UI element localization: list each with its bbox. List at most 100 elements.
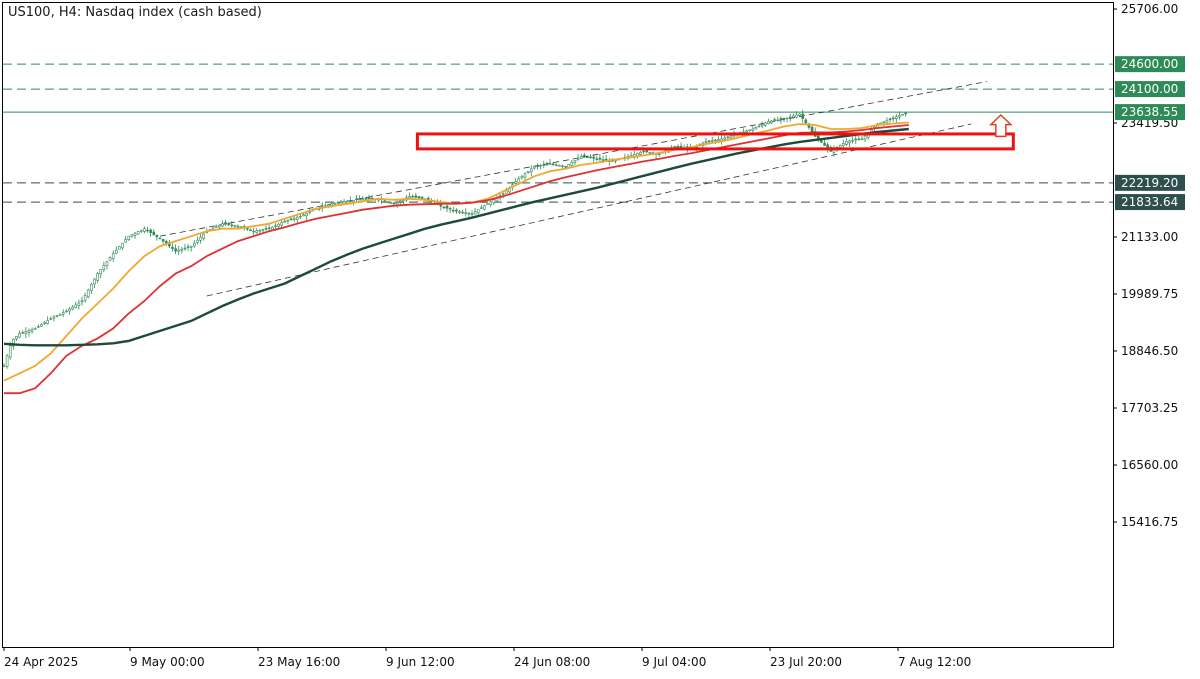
x-tick-label-4: 24 Jun 08:00 bbox=[514, 655, 590, 669]
chart-title: US100, H4: Nasdaq index (cash based) bbox=[8, 5, 262, 20]
candle-body bbox=[545, 163, 549, 166]
candle-body bbox=[489, 201, 493, 205]
candle-body bbox=[414, 195, 418, 198]
candle-body bbox=[704, 141, 708, 143]
candle-body bbox=[80, 300, 84, 303]
candle-body bbox=[99, 269, 103, 275]
candle-body bbox=[252, 230, 255, 233]
candle-body bbox=[770, 120, 773, 124]
candle-body bbox=[367, 197, 371, 200]
candle-body bbox=[61, 312, 65, 315]
candle-body bbox=[264, 228, 268, 230]
candle-body bbox=[448, 208, 452, 210]
x-tick-label-2: 23 May 16:00 bbox=[258, 655, 340, 669]
candle-body bbox=[841, 143, 845, 146]
y-tick-label-3: 19989.75 bbox=[1121, 287, 1178, 301]
candle-body bbox=[227, 222, 230, 225]
candle-body bbox=[639, 152, 642, 155]
candle-body bbox=[289, 218, 293, 220]
candle-body bbox=[302, 214, 305, 217]
candle-body bbox=[8, 345, 12, 358]
candle-body bbox=[564, 166, 567, 168]
candle-body bbox=[857, 138, 861, 141]
candle-body bbox=[442, 206, 446, 209]
candle-body bbox=[90, 284, 93, 292]
candle-body bbox=[171, 246, 174, 249]
candle-body bbox=[124, 239, 127, 243]
price-level-label-2: 23638.55 bbox=[1121, 105, 1178, 119]
candle-body bbox=[196, 239, 199, 243]
candle-body bbox=[186, 246, 190, 248]
candle-body bbox=[133, 232, 137, 236]
candle-body bbox=[838, 145, 842, 148]
candle-body bbox=[901, 114, 904, 116]
price-chart[interactable]: 25706.0023419.5021133.0019989.7518846.50… bbox=[0, 0, 1200, 675]
candle-body bbox=[24, 331, 28, 335]
candle-body bbox=[561, 165, 564, 167]
candle-body bbox=[579, 156, 583, 159]
candle-body bbox=[86, 289, 90, 298]
x-tick-label-0: 24 Apr 2025 bbox=[4, 655, 78, 669]
candle-body bbox=[795, 114, 798, 118]
candle-body bbox=[710, 140, 714, 142]
candle-body bbox=[199, 236, 202, 241]
candle-body bbox=[848, 140, 851, 144]
candle-body bbox=[118, 246, 121, 250]
candle-body bbox=[130, 234, 134, 237]
candle-body bbox=[37, 326, 40, 328]
y-tick-label-5: 17703.25 bbox=[1121, 401, 1178, 415]
candle-body bbox=[845, 141, 848, 145]
candle-body bbox=[27, 330, 31, 333]
candle-body bbox=[5, 355, 9, 367]
candle-body bbox=[417, 196, 421, 199]
candle-body bbox=[65, 310, 68, 313]
candle-body bbox=[501, 193, 505, 195]
candle-body bbox=[202, 233, 205, 239]
candle-body bbox=[96, 273, 99, 281]
candle-body bbox=[349, 200, 352, 202]
candle-body bbox=[473, 211, 477, 215]
candle-body bbox=[258, 229, 262, 232]
candle-body bbox=[46, 320, 49, 324]
candle-body bbox=[595, 158, 599, 160]
candle-body bbox=[411, 195, 415, 198]
candle-body bbox=[224, 222, 227, 225]
y-tick-label-2: 21133.00 bbox=[1121, 230, 1178, 244]
price-level-label-3: 22219.20 bbox=[1121, 176, 1178, 190]
candle-body bbox=[779, 118, 783, 120]
candle-body bbox=[174, 248, 177, 252]
candle-body bbox=[52, 316, 56, 319]
candle-body bbox=[470, 213, 474, 215]
candle-body bbox=[464, 212, 468, 215]
candle-body bbox=[30, 329, 34, 332]
candle-body bbox=[299, 215, 302, 218]
candle-body bbox=[723, 137, 727, 140]
candle-body bbox=[520, 176, 524, 179]
candle-body bbox=[445, 205, 449, 209]
candle-body bbox=[757, 125, 761, 128]
candle-body bbox=[707, 140, 711, 142]
candle-body bbox=[193, 242, 196, 247]
candle-body bbox=[102, 265, 106, 270]
candle-body bbox=[183, 247, 187, 250]
candle-body bbox=[714, 139, 717, 142]
candle-body bbox=[333, 202, 337, 205]
candle-body bbox=[801, 113, 805, 119]
candle-body bbox=[155, 234, 159, 237]
candle-body bbox=[885, 120, 889, 124]
candle-body bbox=[277, 223, 280, 227]
candle-body bbox=[583, 154, 586, 158]
candle-body bbox=[49, 318, 53, 320]
candle-body bbox=[255, 230, 259, 233]
candle-body bbox=[505, 190, 508, 194]
candle-body bbox=[567, 164, 571, 168]
candle-body bbox=[330, 203, 333, 206]
candle-body bbox=[358, 198, 361, 201]
candle-body bbox=[558, 165, 561, 167]
y-tick-label-4: 18846.50 bbox=[1121, 344, 1178, 358]
candle-body bbox=[854, 138, 858, 141]
candle-body bbox=[15, 336, 18, 340]
candle-body bbox=[146, 229, 149, 232]
candle-body bbox=[679, 145, 683, 148]
candle-body bbox=[21, 332, 25, 334]
